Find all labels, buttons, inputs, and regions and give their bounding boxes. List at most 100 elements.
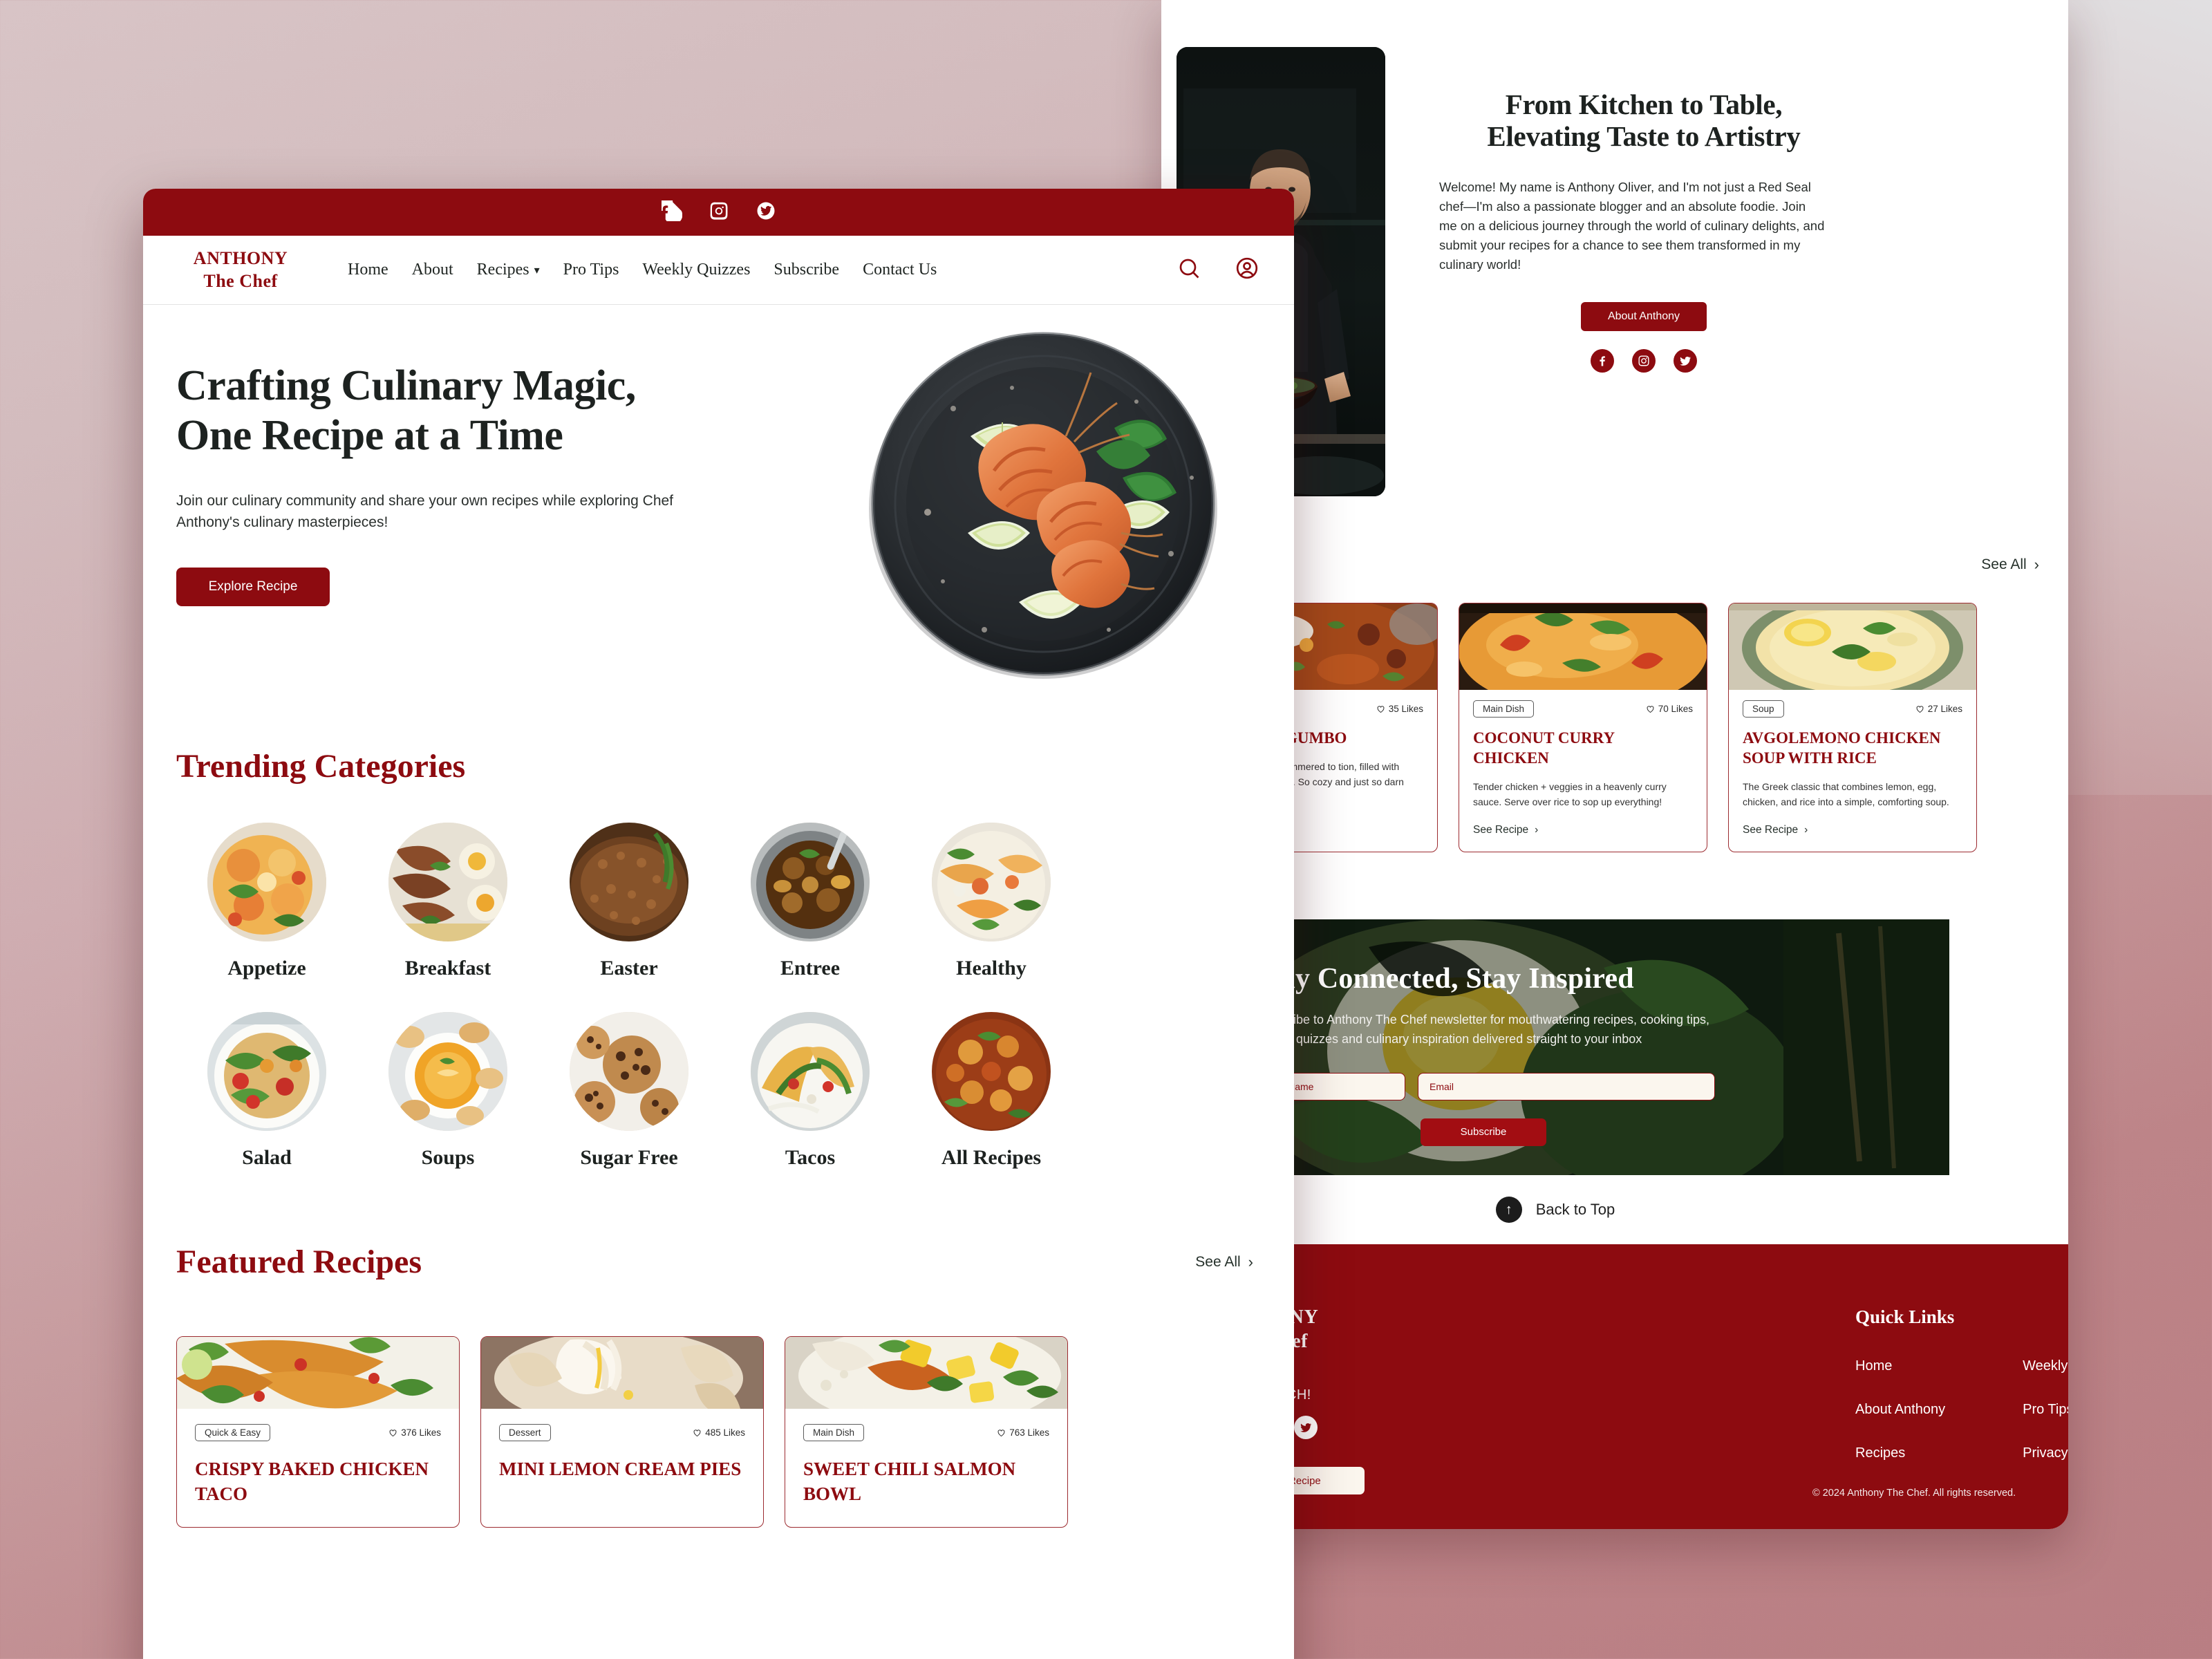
intro-title: From Kitchen to Table, Elevating Taste t… <box>1436 88 1851 153</box>
explore-recipe-button[interactable]: Explore Recipe <box>176 567 330 606</box>
quick-links-title: Quick Links <box>1855 1306 1955 1327</box>
nav-item-pro-tips[interactable]: Pro Tips <box>563 261 619 279</box>
category-item-healthy[interactable]: Healthy <box>901 823 1082 980</box>
category-image <box>570 823 688 941</box>
footer-link-home[interactable]: Home <box>1855 1358 1945 1374</box>
intro-social-links <box>1436 349 1851 373</box>
featured-likes-label: 376 Likes <box>401 1427 441 1438</box>
nav-label: Weekly Quizzes <box>642 261 751 279</box>
featured-recipe-card[interactable]: Dessert 485 Likes MINI LEMON CREAM PIES <box>480 1336 764 1528</box>
see-recipe-link[interactable]: See Recipe › <box>1743 824 1962 836</box>
recipe-chip: Main Dish <box>1473 700 1535 718</box>
site-footer: ANTHONY The Chef AY IN TOUCH! ubmit Reci… <box>1161 1244 2068 1529</box>
category-item-sugar-free[interactable]: Sugar Free <box>538 1012 720 1170</box>
instagram-icon[interactable] <box>1632 349 1656 373</box>
nav-item-recipes[interactable]: Recipes ▾ <box>477 261 540 279</box>
recipe-card[interactable]: Soup 27 Likes AVGOLEMONO CHICKEN SOUP WI… <box>1728 603 1977 852</box>
instagram-icon[interactable] <box>709 200 729 225</box>
nav-label: Recipes <box>476 261 529 279</box>
recipe-card[interactable]: Main Dish 70 Likes COCONUT CURRY CHICKEN… <box>1459 603 1707 852</box>
footer-link-privacy-policy[interactable]: Privacy Policy <box>2023 1445 2068 1461</box>
front-page-panel: ANTHONY The Chef Home About Recipes ▾ Pro… <box>143 189 1294 1659</box>
category-image <box>388 1012 507 1131</box>
category-item-entree[interactable]: Entree <box>720 823 901 980</box>
chevron-down-icon: ▾ <box>534 264 540 276</box>
hero-subtitle: Join our culinary community and share yo… <box>176 492 674 530</box>
newsletter-form <box>1255 1072 1780 1100</box>
intro-paragraph: Welcome! My name is Anthony Oliver, and … <box>1439 179 1825 272</box>
back-page-panel: From Kitchen to Table, Elevating Taste t… <box>1161 0 2068 1529</box>
quick-links-column-1: Home About Anthony Recipes <box>1855 1358 1945 1461</box>
facebook-icon[interactable] <box>655 193 682 225</box>
category-item-salad[interactable]: Salad <box>176 1012 357 1170</box>
recipe-likes: 27 Likes <box>1915 704 1962 714</box>
nav-item-about[interactable]: About <box>412 261 453 279</box>
hero-section: Crafting Culinary Magic, One Recipe at a… <box>143 305 1294 740</box>
category-item-soups[interactable]: Soups <box>357 1012 538 1170</box>
featured-likes-label: 763 Likes <box>1009 1427 1049 1438</box>
category-item-tacos[interactable]: Tacos <box>720 1012 901 1170</box>
twitter-icon[interactable] <box>756 200 776 225</box>
category-image <box>751 823 870 941</box>
category-image <box>751 1012 870 1131</box>
category-image <box>388 823 507 941</box>
category-label: Soups <box>421 1146 475 1169</box>
footer-link-weekly-quizzes[interactable]: Weekly Quizzes <box>2023 1358 2068 1374</box>
intro-title-line2: Elevating Taste to Artistry <box>1487 120 1801 153</box>
recipe-card-description: The Greek classic that combines lemon, e… <box>1743 780 1949 808</box>
recipe-likes: 70 Likes <box>1645 704 1693 714</box>
popular-recipe-cards: & Easy 35 Likes Y SHRIMP GUMBO comfort f… <box>1189 603 1977 852</box>
recipe-card-body: Main Dish 70 Likes COCONUT CURRY CHICKEN… <box>1459 690 1707 852</box>
nav-item-subscribe[interactable]: Subscribe <box>774 261 839 279</box>
featured-card-title: MINI LEMON CREAM PIES <box>499 1459 742 1479</box>
chevron-right-icon: › <box>2034 556 2039 573</box>
search-icon[interactable] <box>1177 256 1201 284</box>
newsletter-subtitle: Subscribe to Anthony The Chef newsletter… <box>1255 1013 1710 1046</box>
featured-card-image <box>177 1337 459 1409</box>
category-item-easter[interactable]: Easter <box>538 823 720 980</box>
category-item-breakfast[interactable]: Breakfast <box>357 823 538 980</box>
nav-label: About <box>411 261 453 279</box>
newsletter-title: Stay Connected, Stay Inspired <box>1255 963 1634 995</box>
heart-icon <box>997 1430 1005 1437</box>
nav-item-weekly-quizzes[interactable]: Weekly Quizzes <box>642 261 750 279</box>
category-label: All Recipes <box>941 1146 1042 1169</box>
main-navbar: ANTHONY The Chef Home About Recipes ▾ Pro… <box>143 236 1294 305</box>
featured-see-all-link[interactable]: See All › <box>1195 1254 1253 1271</box>
featured-see-all-label: See All <box>1195 1253 1241 1270</box>
chevron-right-icon: › <box>1535 823 1539 836</box>
footer-copyright: © 2024 Anthony The Chef. All rights rese… <box>1812 1488 2016 1499</box>
nav-item-home[interactable]: Home <box>348 261 388 279</box>
featured-chip: Quick & Easy <box>195 1424 271 1441</box>
chevron-right-icon: › <box>1248 1253 1253 1271</box>
nav-item-contact-us[interactable]: Contact Us <box>863 261 937 279</box>
account-icon[interactable] <box>1235 256 1259 284</box>
subscribe-button[interactable]: Subscribe <box>1421 1118 1546 1146</box>
about-anthony-button[interactable]: About Anthony <box>1581 302 1707 332</box>
trending-categories-section: Trending Categories Appetize Breakfast E… <box>143 740 1294 1170</box>
popular-see-all-label: See All <box>1981 556 2027 572</box>
featured-recipe-card[interactable]: Quick & Easy 376 Likes CRISPY BAKED CHIC… <box>176 1336 460 1528</box>
twitter-icon[interactable] <box>1294 1416 1318 1439</box>
featured-recipe-card[interactable]: Main Dish 763 Likes SWEET CHILI SALMON B… <box>785 1336 1068 1528</box>
site-logo[interactable]: ANTHONY The Chef <box>175 248 348 292</box>
featured-card-body: Main Dish 763 Likes SWEET CHILI SALMON B… <box>785 1409 1067 1527</box>
recipe-chip: Soup <box>1743 700 1784 718</box>
category-item-all-recipes[interactable]: All Recipes <box>901 1012 1082 1170</box>
popular-recipes-header: cipes See All › <box>1189 546 2039 583</box>
category-label: Easter <box>600 957 658 980</box>
chef-intro-block: From Kitchen to Table, Elevating Taste t… <box>1436 88 1851 373</box>
category-item-appetize[interactable]: Appetize <box>176 823 357 980</box>
footer-link-about-anthony[interactable]: About Anthony <box>1855 1402 1945 1418</box>
featured-likes-label: 485 Likes <box>705 1427 745 1438</box>
recipe-card-meta: Main Dish 70 Likes <box>1473 700 1693 718</box>
facebook-icon[interactable] <box>1591 349 1614 373</box>
heart-icon <box>389 1430 397 1437</box>
footer-link-recipes[interactable]: Recipes <box>1855 1445 1945 1461</box>
see-recipe-link[interactable]: See Recipe › <box>1473 824 1693 836</box>
twitter-icon[interactable] <box>1674 349 1697 373</box>
email-input[interactable] <box>1418 1072 1715 1100</box>
footer-link-pro-tips[interactable]: Pro Tips <box>2023 1402 2068 1418</box>
category-label: Healthy <box>956 957 1027 980</box>
popular-see-all-link[interactable]: See All › <box>1981 556 2039 573</box>
